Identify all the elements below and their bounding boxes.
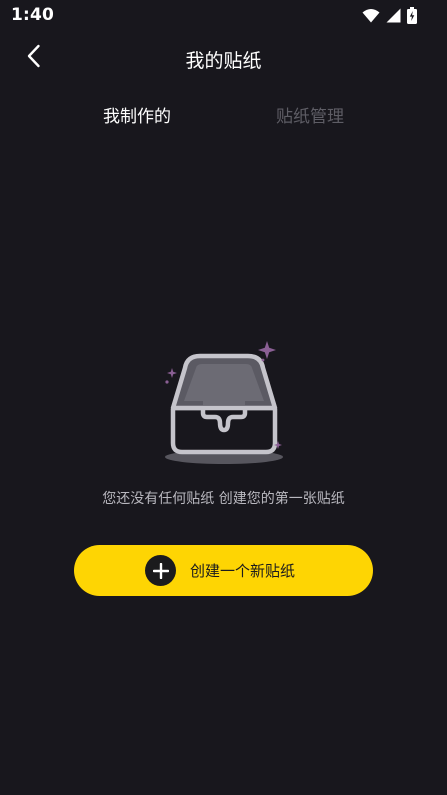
plus-icon	[145, 555, 176, 586]
tab-sticker-management[interactable]: 贴纸管理	[276, 102, 344, 127]
battery-charging-icon	[407, 6, 417, 24]
create-sticker-button[interactable]: 创建一个新贴纸	[74, 545, 373, 596]
wifi-icon	[362, 8, 380, 23]
empty-box-icon	[158, 335, 290, 470]
status-time: 1:40	[11, 5, 55, 25]
cellular-signal-icon	[386, 8, 401, 23]
tab-my-creations[interactable]: 我制作的	[103, 102, 171, 127]
status-icons	[362, 6, 417, 24]
create-sticker-label: 创建一个新贴纸	[190, 562, 296, 580]
status-bar: 1:40	[0, 0, 447, 30]
empty-state-message: 您还没有任何贴纸 创建您的第一张贴纸	[102, 491, 345, 507]
page-title: 我的贴纸	[185, 50, 262, 72]
tab-bar: 我制作的 贴纸管理	[0, 100, 447, 130]
nav-bar: 我的贴纸	[0, 36, 447, 80]
